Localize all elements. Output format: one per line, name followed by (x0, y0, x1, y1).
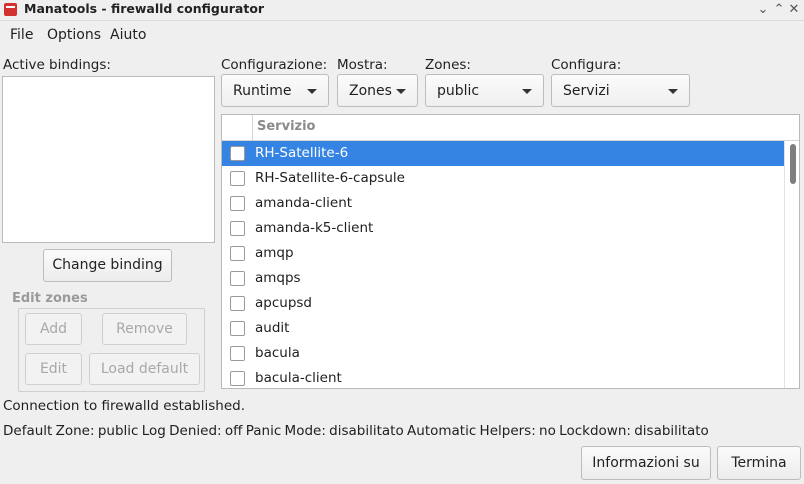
table-row[interactable]: amanda-k5-client (222, 216, 784, 241)
config-combo[interactable]: Runtime (221, 74, 329, 107)
active-bindings-list[interactable] (2, 76, 215, 243)
row-service-name: amqp (255, 245, 294, 261)
row-checkbox[interactable] (230, 371, 245, 386)
row-checkbox[interactable] (230, 221, 245, 236)
services-table[interactable]: Servizio RH-Satellite-6 RH-Satellite-6-c… (221, 114, 800, 389)
configure-combo[interactable]: Servizi (551, 74, 690, 107)
menu-file[interactable]: File (10, 27, 33, 43)
row-service-name: amanda-client (255, 195, 353, 211)
zones-combo[interactable]: public (425, 74, 544, 107)
load-default-button[interactable]: Load default (89, 353, 200, 385)
chevron-up-icon[interactable]: ⌃ (771, 1, 787, 19)
row-checkbox[interactable] (230, 271, 245, 286)
configure-value: Servizi (563, 83, 610, 99)
chevron-down-icon (396, 89, 406, 94)
window-title: Manatools - firewalld configurator (24, 1, 265, 16)
row-service-name: bacula-client (255, 370, 342, 386)
close-icon[interactable]: ✕ (786, 1, 802, 19)
quit-button[interactable]: Termina (717, 446, 801, 480)
row-service-name: RH-Satellite-6-capsule (255, 170, 405, 186)
zones-label: Zones: (425, 57, 471, 73)
table-row[interactable]: RH-Satellite-6-capsule (222, 166, 784, 191)
add-button[interactable]: Add (25, 313, 82, 345)
menu-help[interactable]: Aiuto (110, 27, 146, 43)
change-binding-button[interactable]: Change binding (43, 249, 172, 282)
configure-label: Configura: (551, 57, 622, 73)
firewall-info: Default Zone: public Log Denied: off Pan… (3, 423, 709, 439)
show-combo[interactable]: Zones (337, 74, 418, 107)
vertical-scrollbar[interactable] (784, 141, 799, 388)
row-checkbox[interactable] (230, 146, 245, 161)
zones-value: public (437, 83, 480, 99)
active-bindings-label: Active bindings: (3, 57, 111, 73)
chevron-down-icon (522, 89, 532, 94)
edit-button[interactable]: Edit (25, 353, 82, 385)
remove-button[interactable]: Remove (102, 313, 187, 345)
row-service-name: audit (255, 320, 290, 336)
row-service-name: bacula (255, 345, 300, 361)
table-row[interactable]: amqps (222, 266, 784, 291)
table-row[interactable]: apcupsd (222, 291, 784, 316)
edit-zones-label: Edit zones (12, 291, 88, 306)
row-service-name: amqps (255, 270, 301, 286)
column-header-service[interactable]: Servizio (257, 119, 315, 134)
table-row[interactable]: amanda-client (222, 191, 784, 216)
row-checkbox[interactable] (230, 296, 245, 311)
row-checkbox[interactable] (230, 246, 245, 261)
row-checkbox[interactable] (230, 196, 245, 211)
connection-status: Connection to firewalld established. (3, 398, 245, 414)
chevron-down-icon (668, 89, 678, 94)
about-button[interactable]: Informazioni su (581, 446, 711, 480)
header-separator (252, 115, 253, 140)
config-label: Configurazione: (221, 57, 328, 73)
menu-options[interactable]: Options (47, 27, 101, 43)
table-row[interactable]: bacula (222, 341, 784, 366)
row-service-name: amanda-k5-client (255, 220, 374, 236)
table-row[interactable]: bacula-client (222, 366, 784, 388)
row-service-name: RH-Satellite-6 (255, 145, 349, 161)
config-value: Runtime (233, 83, 292, 99)
row-checkbox[interactable] (230, 346, 245, 361)
table-header: Servizio (222, 115, 799, 141)
table-row[interactable]: RH-Satellite-6 (222, 141, 784, 166)
app-icon (4, 3, 17, 16)
show-value: Zones (349, 83, 392, 99)
chevron-down-icon (307, 89, 317, 94)
row-service-name: apcupsd (255, 295, 312, 311)
chevron-down-icon[interactable]: ⌄ (755, 1, 771, 19)
table-row[interactable]: amqp (222, 241, 784, 266)
scrollbar-thumb[interactable] (790, 144, 796, 184)
show-label: Mostra: (337, 57, 388, 73)
row-checkbox[interactable] (230, 321, 245, 336)
table-row[interactable]: audit (222, 316, 784, 341)
row-checkbox[interactable] (230, 171, 245, 186)
